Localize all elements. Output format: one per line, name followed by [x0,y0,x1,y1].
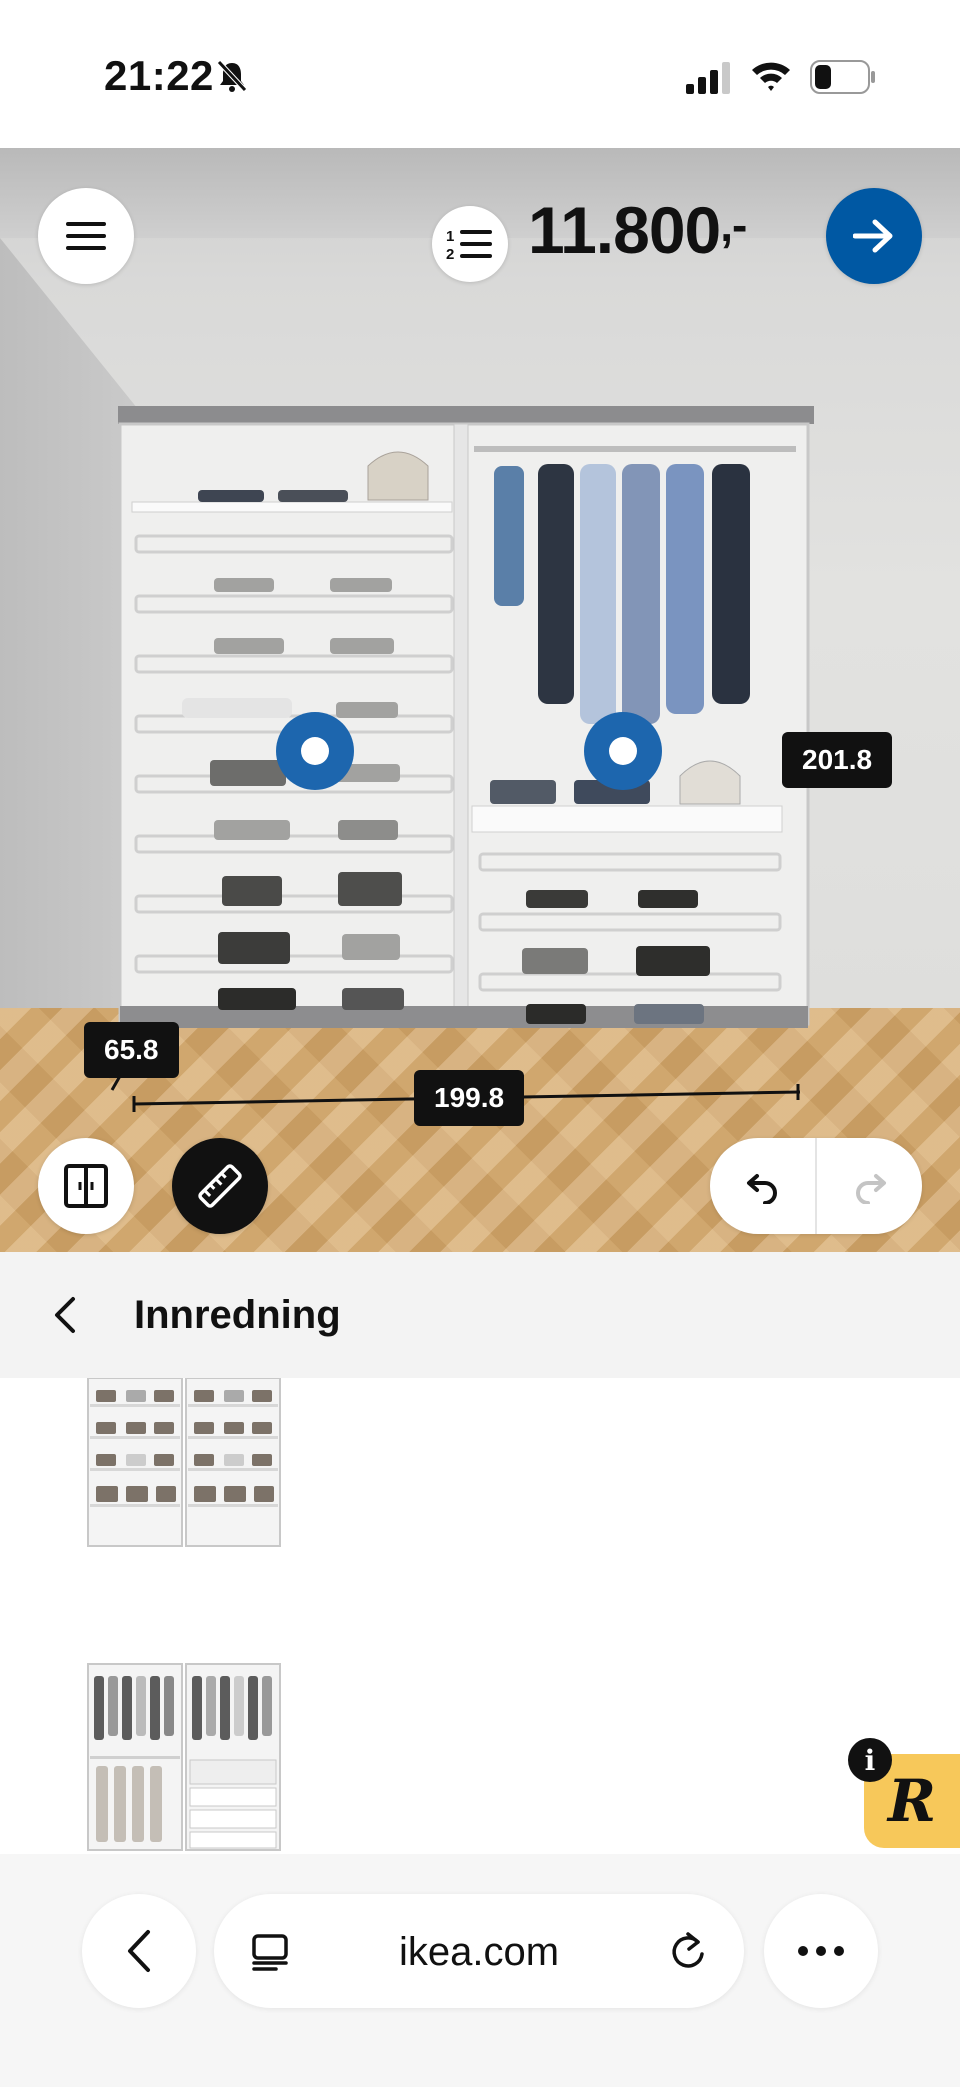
measure-toggle-button[interactable] [172,1138,268,1234]
status-bar: 21:22 [0,0,960,148]
redo-icon [855,1174,886,1204]
interior-option-hanging[interactable] [86,1662,282,1852]
depth-dimension-label[interactable]: 65.8 [84,1022,179,1078]
width-dimension-label[interactable]: 199.8 [414,1070,525,1126]
interior-product-list [0,1378,960,1854]
section-hotspot-left[interactable] [276,712,354,790]
ruler-icon [198,1164,242,1208]
configurator-viewport[interactable]: 201.8 65.8 199.8 1 2 11.800,- [0,148,960,1252]
price-value: 11.800 [528,193,721,267]
browser-toolbar: ikea.com [0,1854,960,2087]
total-price: 11.800,- [528,192,747,268]
arrow-right-icon [853,219,893,253]
price-suffix: ,- [720,199,747,251]
svg-text:2: 2 [446,246,454,262]
menu-button[interactable] [38,188,134,284]
browser-back-button[interactable] [82,1894,196,2008]
signal-icon [686,62,730,94]
status-time: 21:22 [104,52,214,99]
undo-icon [746,1174,777,1204]
section-header: Innredning [0,1252,960,1378]
hotspot-dot [609,737,637,765]
roomvo-logo: R [887,1767,937,1835]
undo-button[interactable] [710,1138,817,1234]
section-back-button[interactable] [30,1280,100,1350]
reload-icon[interactable] [668,1930,708,1972]
bell-off-icon [217,60,247,92]
interior-option-shelves[interactable] [86,1378,282,1548]
product-list-button[interactable]: 1 2 [432,206,508,282]
address-bar[interactable]: ikea.com [214,1894,744,2008]
chevron-left-icon [55,1297,75,1333]
numbered-list-icon: 1 2 [446,228,492,262]
door-layout-button[interactable] [38,1138,134,1234]
height-dimension-label[interactable]: 201.8 [782,732,893,788]
redo-button[interactable] [817,1138,922,1234]
battery-icon [810,60,875,94]
wardrobe-model[interactable] [118,406,814,1068]
undo-redo-group [710,1138,922,1234]
double-door-icon [64,1164,108,1208]
wifi-icon [752,62,790,91]
info-icon[interactable]: i [848,1738,892,1782]
hamburger-icon [66,222,106,250]
url-text: ikea.com [398,1930,560,1974]
browser-more-button[interactable] [764,1894,878,2008]
more-icon [798,1946,844,1956]
hotspot-dot [301,737,329,765]
next-button[interactable] [826,188,922,284]
chevron-left-icon [128,1930,150,1972]
svg-text:1: 1 [446,228,454,245]
section-title: Innredning [134,1292,341,1337]
section-hotspot-right[interactable] [584,712,662,790]
